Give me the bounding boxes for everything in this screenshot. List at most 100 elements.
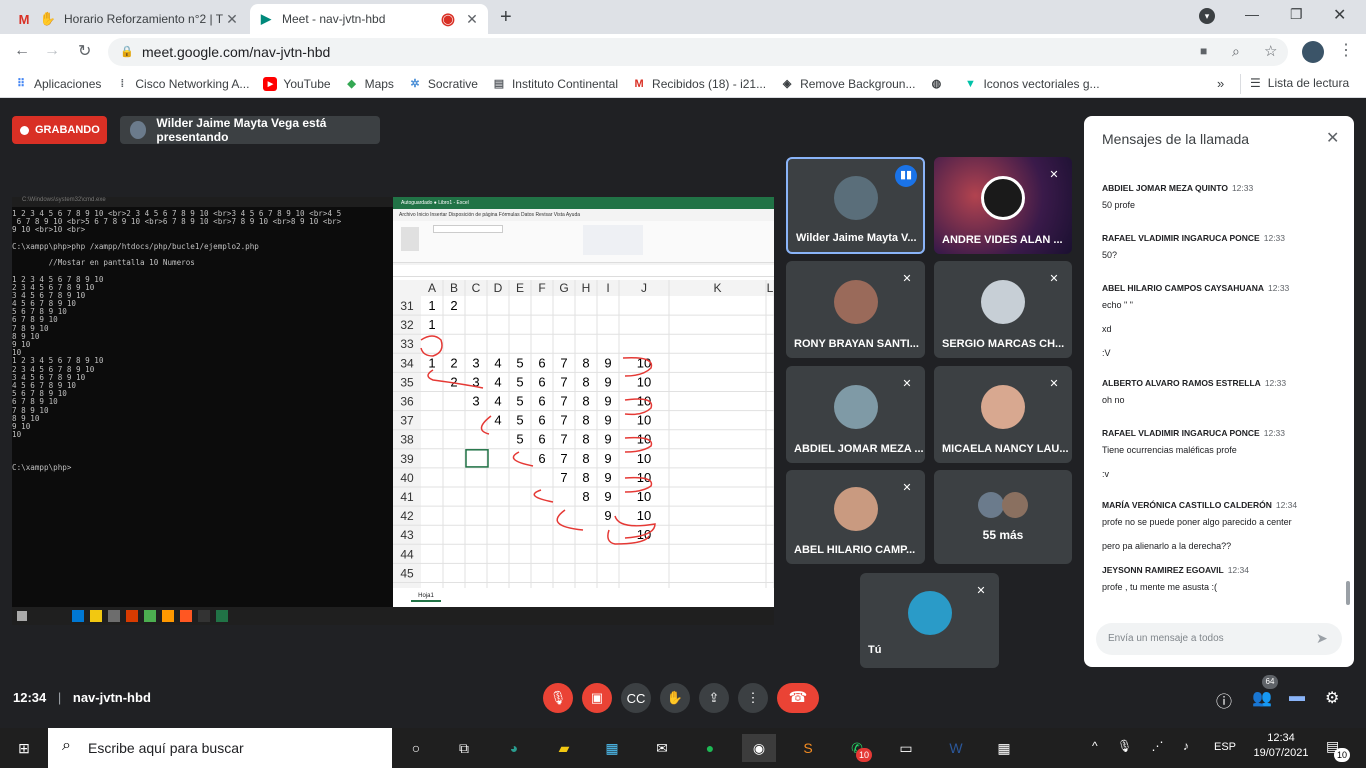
close-tab-icon[interactable]: ✕ bbox=[464, 11, 480, 28]
excel-cell: 1 bbox=[428, 355, 435, 370]
bookmark-socrative[interactable]: ✲ Socrative bbox=[408, 77, 478, 91]
info-icon[interactable]: ⓘ bbox=[1216, 688, 1232, 712]
url-text[interactable]: meet.google.com/nav-jvtn-hbd bbox=[142, 44, 330, 60]
avatar bbox=[833, 279, 878, 324]
excel-cell: 5 bbox=[516, 355, 523, 370]
tile-self[interactable]: ✕ Tú bbox=[860, 573, 999, 668]
shared-taskbar-apps bbox=[72, 610, 304, 622]
excel-cell: 7 bbox=[560, 355, 567, 370]
excel-cell: 7 bbox=[560, 374, 567, 389]
excel-cell: 4 bbox=[494, 394, 501, 409]
sublime-icon[interactable]: S bbox=[794, 734, 822, 762]
menu-icon[interactable]: ⋮ bbox=[1338, 40, 1354, 60]
bookmark-cisco[interactable]: ⁞ Cisco Networking A... bbox=[115, 77, 250, 91]
people-icon[interactable]: 👥 bbox=[1252, 688, 1272, 708]
chat-icon[interactable]: ▬ bbox=[1289, 688, 1305, 706]
bookmark-apps[interactable]: ⠿ Aplicaciones bbox=[14, 77, 101, 91]
cmd-line: C:\xampp\php>php /xampp/htdocs/php/bucle… bbox=[12, 241, 259, 251]
cmd-line: //Mostar en panttalla 10 Numeros bbox=[12, 258, 195, 268]
bookmark-maps[interactable]: ◆ Maps bbox=[345, 77, 394, 91]
column-header: A bbox=[428, 281, 436, 295]
address-bar[interactable]: 🔒 meet.google.com/nav-jvtn-hbd ■ ⌕ ☆ bbox=[108, 38, 1288, 66]
raise-hand-button[interactable]: ✋ bbox=[660, 683, 690, 713]
clock[interactable]: 12:34 19/07/2021 bbox=[1250, 732, 1312, 759]
tile-rony[interactable]: ✕ RONY BRAYAN SANTI... bbox=[786, 261, 925, 358]
message-author: ALBERTO ALVARO RAMOS ESTRELLA 12:33 bbox=[1102, 378, 1286, 388]
bookmark-gmail[interactable]: M Recibidos (18) - i21... bbox=[632, 77, 766, 91]
reload-icon[interactable]: ↻ bbox=[78, 41, 91, 61]
tile-abdiel[interactable]: ✕ ABDIEL JOMAR MEZA ... bbox=[786, 366, 925, 463]
profile-avatar[interactable] bbox=[1302, 41, 1324, 63]
chat-scrollbar[interactable] bbox=[1346, 581, 1350, 605]
calculator-icon[interactable]: ▦ bbox=[990, 734, 1018, 762]
reading-list[interactable]: ☰ Lista de lectura bbox=[1250, 76, 1349, 90]
chat-input[interactable]: Envía un mensaje a todos ➤ bbox=[1096, 623, 1342, 655]
present-button[interactable]: ⇪ bbox=[699, 683, 729, 713]
close-chat-icon[interactable]: ✕ bbox=[1326, 128, 1339, 148]
chat-message: ABEL HILARIO CAMPOS CAYSAHUANA 12:33 echo … bbox=[1102, 283, 1289, 358]
captions-button[interactable]: CC bbox=[621, 683, 651, 713]
tile-micaela[interactable]: ✕ MICAELA NANCY LAU... bbox=[934, 366, 1072, 463]
windows-start-icon[interactable]: ⊞ bbox=[10, 734, 38, 762]
excel-cell: 5 bbox=[516, 394, 523, 409]
mail-icon[interactable]: ✉ bbox=[648, 734, 676, 762]
handwritten-annotation bbox=[512, 451, 534, 467]
spotify-icon[interactable]: ● bbox=[696, 734, 724, 762]
chrome-icon[interactable]: ◉ bbox=[742, 734, 776, 762]
file-explorer-icon[interactable]: ▰ bbox=[550, 734, 578, 762]
tile-andre[interactable]: ✕ ANDRE VIDES ALAN ... bbox=[934, 157, 1072, 254]
forward-icon[interactable]: → bbox=[44, 42, 60, 60]
bookmarks-more[interactable]: » bbox=[1217, 76, 1224, 91]
minimize-icon[interactable]: — bbox=[1245, 6, 1259, 22]
activities-icon[interactable]: ⚙ bbox=[1325, 688, 1339, 708]
font-select[interactable] bbox=[433, 225, 503, 233]
bookmark-youtube[interactable]: ▶ YouTube bbox=[263, 76, 331, 91]
leave-call-button[interactable]: ☎ bbox=[777, 683, 819, 713]
send-icon[interactable]: ➤ bbox=[1316, 630, 1328, 647]
sheet-tab[interactable]: Hoja1 bbox=[411, 590, 441, 602]
word-icon[interactable]: W bbox=[942, 734, 970, 762]
close-window-icon[interactable]: ✕ bbox=[1333, 5, 1346, 25]
bookmark-removebg[interactable]: ◈ Remove Backgroun... bbox=[780, 77, 916, 91]
paste-icon[interactable] bbox=[401, 227, 419, 251]
bookmark-globe[interactable]: ◍ bbox=[929, 77, 949, 91]
message-text: echo " " bbox=[1102, 300, 1133, 310]
tile-sergio[interactable]: ✕ SERGIO MARCAS CH... bbox=[934, 261, 1072, 358]
more-options-button[interactable]: ⋮ bbox=[738, 683, 768, 713]
taskbar-search[interactable]: ⌕ Escribe aquí para buscar bbox=[48, 728, 392, 768]
mic-toggle-button[interactable]: 🎙 bbox=[543, 683, 573, 713]
store-icon[interactable]: ▦ bbox=[598, 734, 626, 762]
terminal-icon[interactable]: ▭ bbox=[892, 734, 920, 762]
edge-icon[interactable]: ◕ bbox=[500, 734, 528, 762]
selected-cell bbox=[465, 449, 489, 468]
close-tab-icon[interactable]: ✕ bbox=[224, 11, 240, 28]
bookmark-continental[interactable]: ▤ Instituto Continental bbox=[492, 77, 618, 91]
back-icon[interactable]: ← bbox=[14, 42, 30, 60]
excel-cell: 8 bbox=[582, 432, 589, 447]
tile-presenter[interactable]: ▮▮ Wilder Jaime Mayta V... bbox=[786, 157, 925, 254]
windows-taskbar: ⊞ ⌕ Escribe aquí para buscar ○ ⧉ ◕ ▰ ▦ ✉… bbox=[0, 728, 1366, 768]
tab-meet[interactable]: ▶ Meet - nav-jvtn-hbd ◉ ✕ bbox=[250, 4, 488, 34]
tab-search-icon[interactable]: ▾ bbox=[1199, 8, 1215, 24]
task-view-icon[interactable]: ⧉ bbox=[450, 734, 478, 762]
maximize-icon[interactable]: ❐ bbox=[1290, 6, 1303, 23]
tile-abel[interactable]: ✕ ABEL HILARIO CAMP... bbox=[786, 470, 925, 564]
tab-horario[interactable]: M ✋ Horario Reforzamiento n°2 | T ✕ bbox=[8, 4, 248, 34]
row-header: 45 bbox=[400, 566, 414, 580]
cortana-icon[interactable]: ○ bbox=[402, 734, 430, 762]
language-indicator[interactable]: ESP bbox=[1214, 741, 1236, 753]
camera-toggle-button[interactable]: ▣ bbox=[582, 683, 612, 713]
excel-cell: 3 bbox=[472, 355, 479, 370]
tile-name: MICAELA NANCY LAU... bbox=[942, 443, 1069, 455]
new-tab-button[interactable]: + bbox=[500, 6, 512, 29]
excel-grid[interactable]: A B C D E F G H I J K L31 1 232 13334 1 2 3 4 5 6 7 8 9 1035 2 3 4 5… bbox=[393, 280, 774, 588]
bookmark-iconos[interactable]: ▼ Iconos vectoriales g... bbox=[963, 77, 1100, 91]
tray-icons[interactable]: ^ 🎙 ⋰ ♪ bbox=[1092, 739, 1197, 753]
camera-icon[interactable]: ■ bbox=[1200, 44, 1207, 58]
layers-icon: ◈ bbox=[782, 78, 792, 90]
tile-more[interactable]: 55 más bbox=[934, 470, 1072, 564]
zoom-icon[interactable]: ⌕ bbox=[1232, 43, 1240, 60]
message-text: pero pa alienarlo a la derecha?? bbox=[1102, 541, 1232, 551]
bookmark-star-icon[interactable]: ☆ bbox=[1264, 42, 1277, 60]
formula-bar[interactable] bbox=[393, 265, 774, 277]
